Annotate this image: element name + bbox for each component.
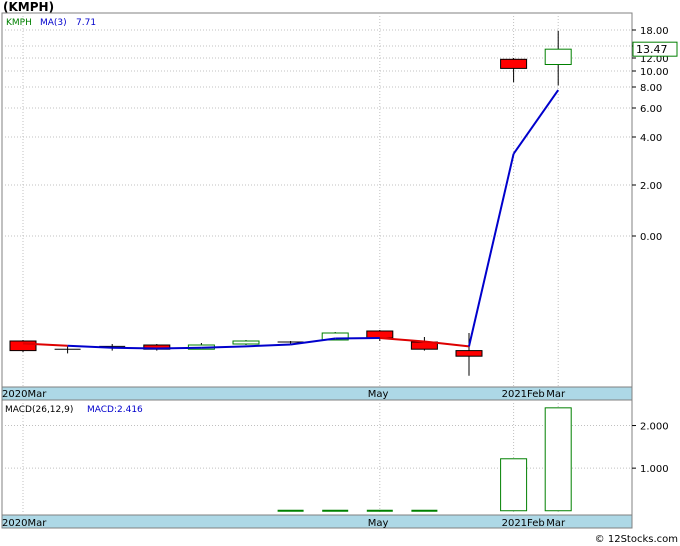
credit-text: © 12Stocks.com	[594, 534, 678, 545]
date-label-price: Mar	[546, 389, 566, 400]
ma-segment	[201, 345, 247, 349]
price-tick-label: 6.00	[640, 104, 662, 115]
date-label-price: May	[368, 389, 389, 400]
macd-tick-label: 1.000	[640, 464, 669, 475]
date-label-macd: Mar	[546, 518, 566, 529]
candle-body	[9, 340, 37, 352]
ma-segment	[112, 346, 157, 350]
macd-legend-value: MACD:2.416	[87, 405, 143, 415]
macd-legend-label: MACD(26,12,9)	[5, 405, 73, 415]
stock-chart: 18.0014.0012.0010.008.006.004.002.000.00…	[1, 12, 678, 529]
ma-segment	[156, 346, 202, 350]
price-tick-label: 8.00	[640, 83, 662, 94]
ma-segment	[335, 337, 380, 340]
candle-body	[544, 48, 572, 65]
price-tick-label: 4.00	[640, 133, 662, 144]
price-tick-label: 18.00	[640, 26, 669, 37]
macd-bar	[500, 458, 528, 512]
candle-body	[500, 58, 528, 69]
price-tick-label: 0.00	[640, 232, 662, 243]
macd-bar	[544, 407, 572, 512]
price-tick-label: 2.00	[640, 181, 662, 192]
price-panel	[1, 12, 633, 388]
candle-body	[232, 340, 260, 345]
date-label-price: 2020Mar	[2, 389, 47, 400]
macd-tick-label: 2.000	[640, 422, 669, 433]
date-label-macd: May	[368, 518, 389, 529]
price-box-value: 13.47	[636, 43, 668, 56]
date-label-price: 2021Feb	[502, 389, 545, 400]
price-tick-label: 10.00	[640, 67, 669, 78]
legend-ma-label: MA(3)	[40, 18, 67, 28]
candle-body	[366, 330, 394, 339]
date-label-macd: 2021Feb	[502, 518, 545, 529]
candle-body	[455, 350, 483, 357]
date-label-macd: 2020Mar	[2, 518, 47, 529]
legend-ma-value: 7.71	[76, 18, 96, 28]
macd-panel	[1, 399, 633, 516]
legend-ticker: KMPH	[6, 18, 32, 28]
